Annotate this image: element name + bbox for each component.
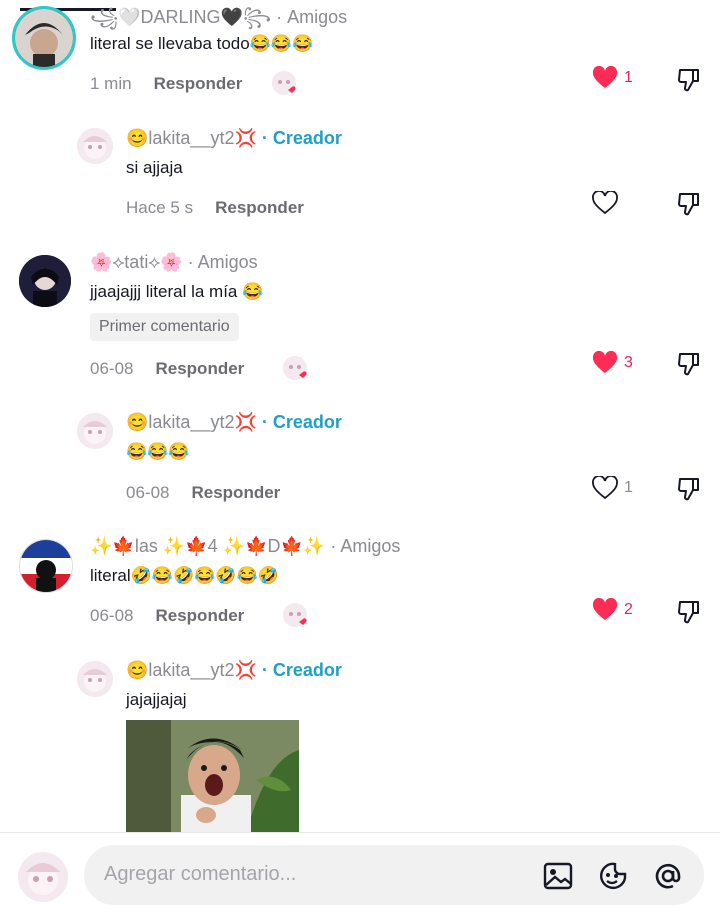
reply-button[interactable]: Responder (154, 74, 243, 93)
comment-time: 06-08 (126, 483, 170, 502)
comment-meta: 06-08 Responder (126, 483, 280, 503)
username[interactable]: 🌸⟡tati⟡🌸 (90, 252, 183, 272)
comment-author[interactable]: 😊lakita__yt2💢 · Creador (126, 128, 342, 149)
heart-outline-icon (592, 191, 618, 215)
like-button[interactable] (592, 191, 624, 215)
comment-meta: 1 min Responder (90, 74, 242, 94)
relation-label: · Amigos (187, 252, 258, 272)
comment-input[interactable]: Agregar comentario... (84, 845, 704, 905)
comment-text: 😂😂😂 (126, 442, 190, 461)
username[interactable]: 😊lakita__yt2💢 (126, 660, 257, 680)
avatar[interactable] (77, 661, 113, 697)
comment-time: 06-08 (90, 359, 134, 378)
creator-label: · Creador (261, 128, 342, 148)
reply-button[interactable]: Responder (155, 359, 244, 378)
like-button[interactable]: 1 (592, 66, 633, 90)
image-icon[interactable] (542, 860, 574, 892)
comment-author[interactable]: ✨🍁las ✨🍁4 ✨🍁D🍁✨ · Amigos (90, 536, 400, 557)
comment-meta: 06-08 Responder (90, 359, 244, 379)
avatar[interactable] (77, 413, 113, 449)
comment-author[interactable]: 🌸⟡tati⟡🌸 · Amigos (90, 252, 258, 273)
comment-text: si ajjaja (126, 158, 183, 177)
avatar[interactable] (77, 128, 113, 164)
dislike-icon[interactable] (676, 67, 702, 93)
like-count: 1 (624, 479, 633, 496)
emoji-icon[interactable] (597, 860, 629, 892)
avatar[interactable] (19, 539, 73, 593)
like-count: 2 (624, 601, 633, 618)
creator-liked-icon (272, 71, 296, 95)
comment-meta: Hace 5 s Responder (126, 198, 304, 218)
username[interactable]: ꧁🤍DARLING🖤꧂ (90, 7, 271, 27)
heart-outline-icon (592, 476, 618, 500)
creator-liked-icon (283, 603, 307, 627)
comment-author[interactable]: 😊lakita__yt2💢 · Creador (126, 412, 342, 433)
comment-input-placeholder: Agregar comentario... (104, 863, 297, 885)
user-avatar[interactable] (18, 852, 68, 902)
like-button[interactable]: 1 (592, 476, 633, 500)
comment-input-bar: Agregar comentario... (0, 833, 720, 905)
reply-button[interactable]: Responder (215, 198, 304, 217)
relation-label: · Amigos (330, 536, 401, 556)
comment-text: jajajjajaj (126, 690, 187, 709)
like-count: 1 (624, 69, 633, 86)
first-comment-badge: Primer comentario (90, 313, 239, 341)
like-count: 3 (624, 354, 633, 371)
like-button[interactable]: 3 (592, 351, 633, 375)
heart-filled-icon (592, 598, 618, 620)
comment-time: 1 min (90, 74, 132, 93)
creator-label: · Creador (261, 412, 342, 432)
comment-time: Hace 5 s (126, 198, 194, 217)
mention-icon[interactable] (652, 860, 684, 892)
dislike-icon[interactable] (676, 476, 702, 502)
dislike-icon[interactable] (676, 599, 702, 625)
gif-image[interactable] (126, 720, 299, 834)
username[interactable]: 😊lakita__yt2💢 (126, 128, 257, 148)
comment-author[interactable]: 😊lakita__yt2💢 · Creador (126, 660, 342, 681)
avatar[interactable] (12, 6, 76, 70)
heart-filled-icon (592, 351, 618, 373)
relation-label: · Amigos (276, 7, 348, 27)
avatar[interactable] (19, 255, 71, 307)
heart-filled-icon (592, 66, 618, 88)
dislike-icon[interactable] (676, 351, 702, 377)
creator-liked-icon (283, 356, 307, 380)
reply-button[interactable]: Responder (155, 606, 244, 625)
dislike-icon[interactable] (676, 191, 702, 217)
username[interactable]: ✨🍁las ✨🍁4 ✨🍁D🍁✨ (90, 536, 325, 556)
comment-text: jjaajajjj literal la mía 😂 (90, 282, 264, 301)
comment-time: 06-08 (90, 606, 134, 625)
username[interactable]: 😊lakita__yt2💢 (126, 412, 257, 432)
creator-label: · Creador (261, 660, 342, 680)
reply-button[interactable]: Responder (191, 483, 280, 502)
comment-text: literal🤣😂🤣😂🤣😂🤣 (90, 566, 279, 585)
comment-meta: 06-08 Responder (90, 606, 244, 626)
comment-text: literal se llevaba todo😂😂😂 (90, 34, 314, 53)
like-button[interactable]: 2 (592, 598, 633, 622)
